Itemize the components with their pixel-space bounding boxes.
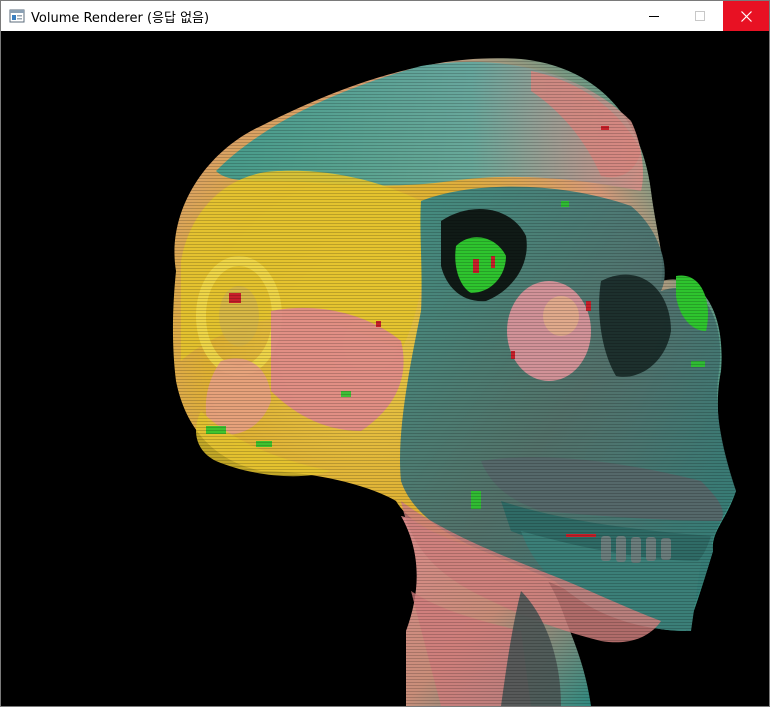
maximize-button[interactable] <box>677 1 723 31</box>
window-title: Volume Renderer (응답 없음) <box>31 10 210 26</box>
app-window-icon[interactable] <box>9 8 25 24</box>
maximize-icon <box>695 11 705 21</box>
minimize-icon <box>649 16 659 17</box>
app-window: Volume Renderer (응답 없음) <box>0 0 770 707</box>
minimize-button[interactable] <box>631 1 677 31</box>
volume-rendered-skull <box>161 51 751 706</box>
close-icon <box>740 10 752 22</box>
render-viewport[interactable] <box>1 31 769 706</box>
close-button[interactable] <box>723 1 769 31</box>
window-controls <box>631 1 769 31</box>
title-bar[interactable]: Volume Renderer (응답 없음) <box>1 1 769 31</box>
